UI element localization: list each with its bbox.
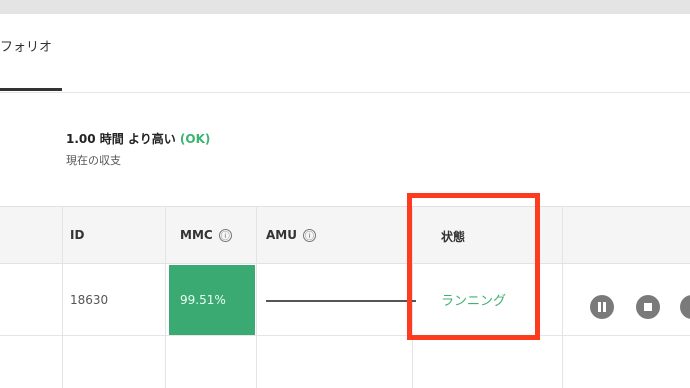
summary-value-text: 1.00 時間 より高い: [66, 132, 176, 146]
pause-button[interactable]: [590, 295, 614, 319]
column-header-status-label: 状態: [441, 230, 466, 244]
summary-ok-badge: (OK): [179, 132, 211, 146]
stop-icon: [644, 303, 652, 311]
column-header-mmc-label: MMC: [180, 228, 213, 242]
column-divider: [256, 206, 257, 388]
top-bar: [0, 0, 690, 14]
summary-value: 1.00 時間 より高い (OK): [66, 130, 210, 147]
tab-bar: [0, 14, 690, 93]
column-divider: [62, 206, 63, 388]
pause-icon: [603, 302, 606, 312]
column-header-id-label: ID: [70, 228, 85, 242]
column-divider: [165, 206, 166, 388]
table-header: [0, 206, 690, 264]
info-icon[interactable]: ⓘ: [218, 228, 232, 242]
cell-status: ランニング: [441, 294, 507, 309]
summary-label: 現在の収支: [66, 154, 121, 167]
active-tab-indicator: [0, 88, 62, 91]
cell-id: 18630: [70, 293, 109, 307]
column-header-mmc[interactable]: MMC ⓘ: [180, 228, 232, 242]
tab-portfolio[interactable]: フォリオ: [0, 36, 52, 55]
column-divider: [562, 206, 563, 388]
column-header-status[interactable]: 状態: [441, 228, 465, 245]
info-icon[interactable]: ⓘ: [302, 228, 316, 242]
amu-bar: [266, 300, 416, 302]
column-header-amu-label: AMU: [266, 228, 297, 242]
column-header-amu[interactable]: AMU ⓘ: [266, 228, 316, 242]
pause-icon: [598, 302, 601, 312]
column-header-id[interactable]: ID: [70, 228, 84, 242]
column-divider: [412, 206, 413, 388]
stop-button[interactable]: [636, 295, 660, 319]
cell-mmc: 99.51%: [180, 293, 226, 307]
